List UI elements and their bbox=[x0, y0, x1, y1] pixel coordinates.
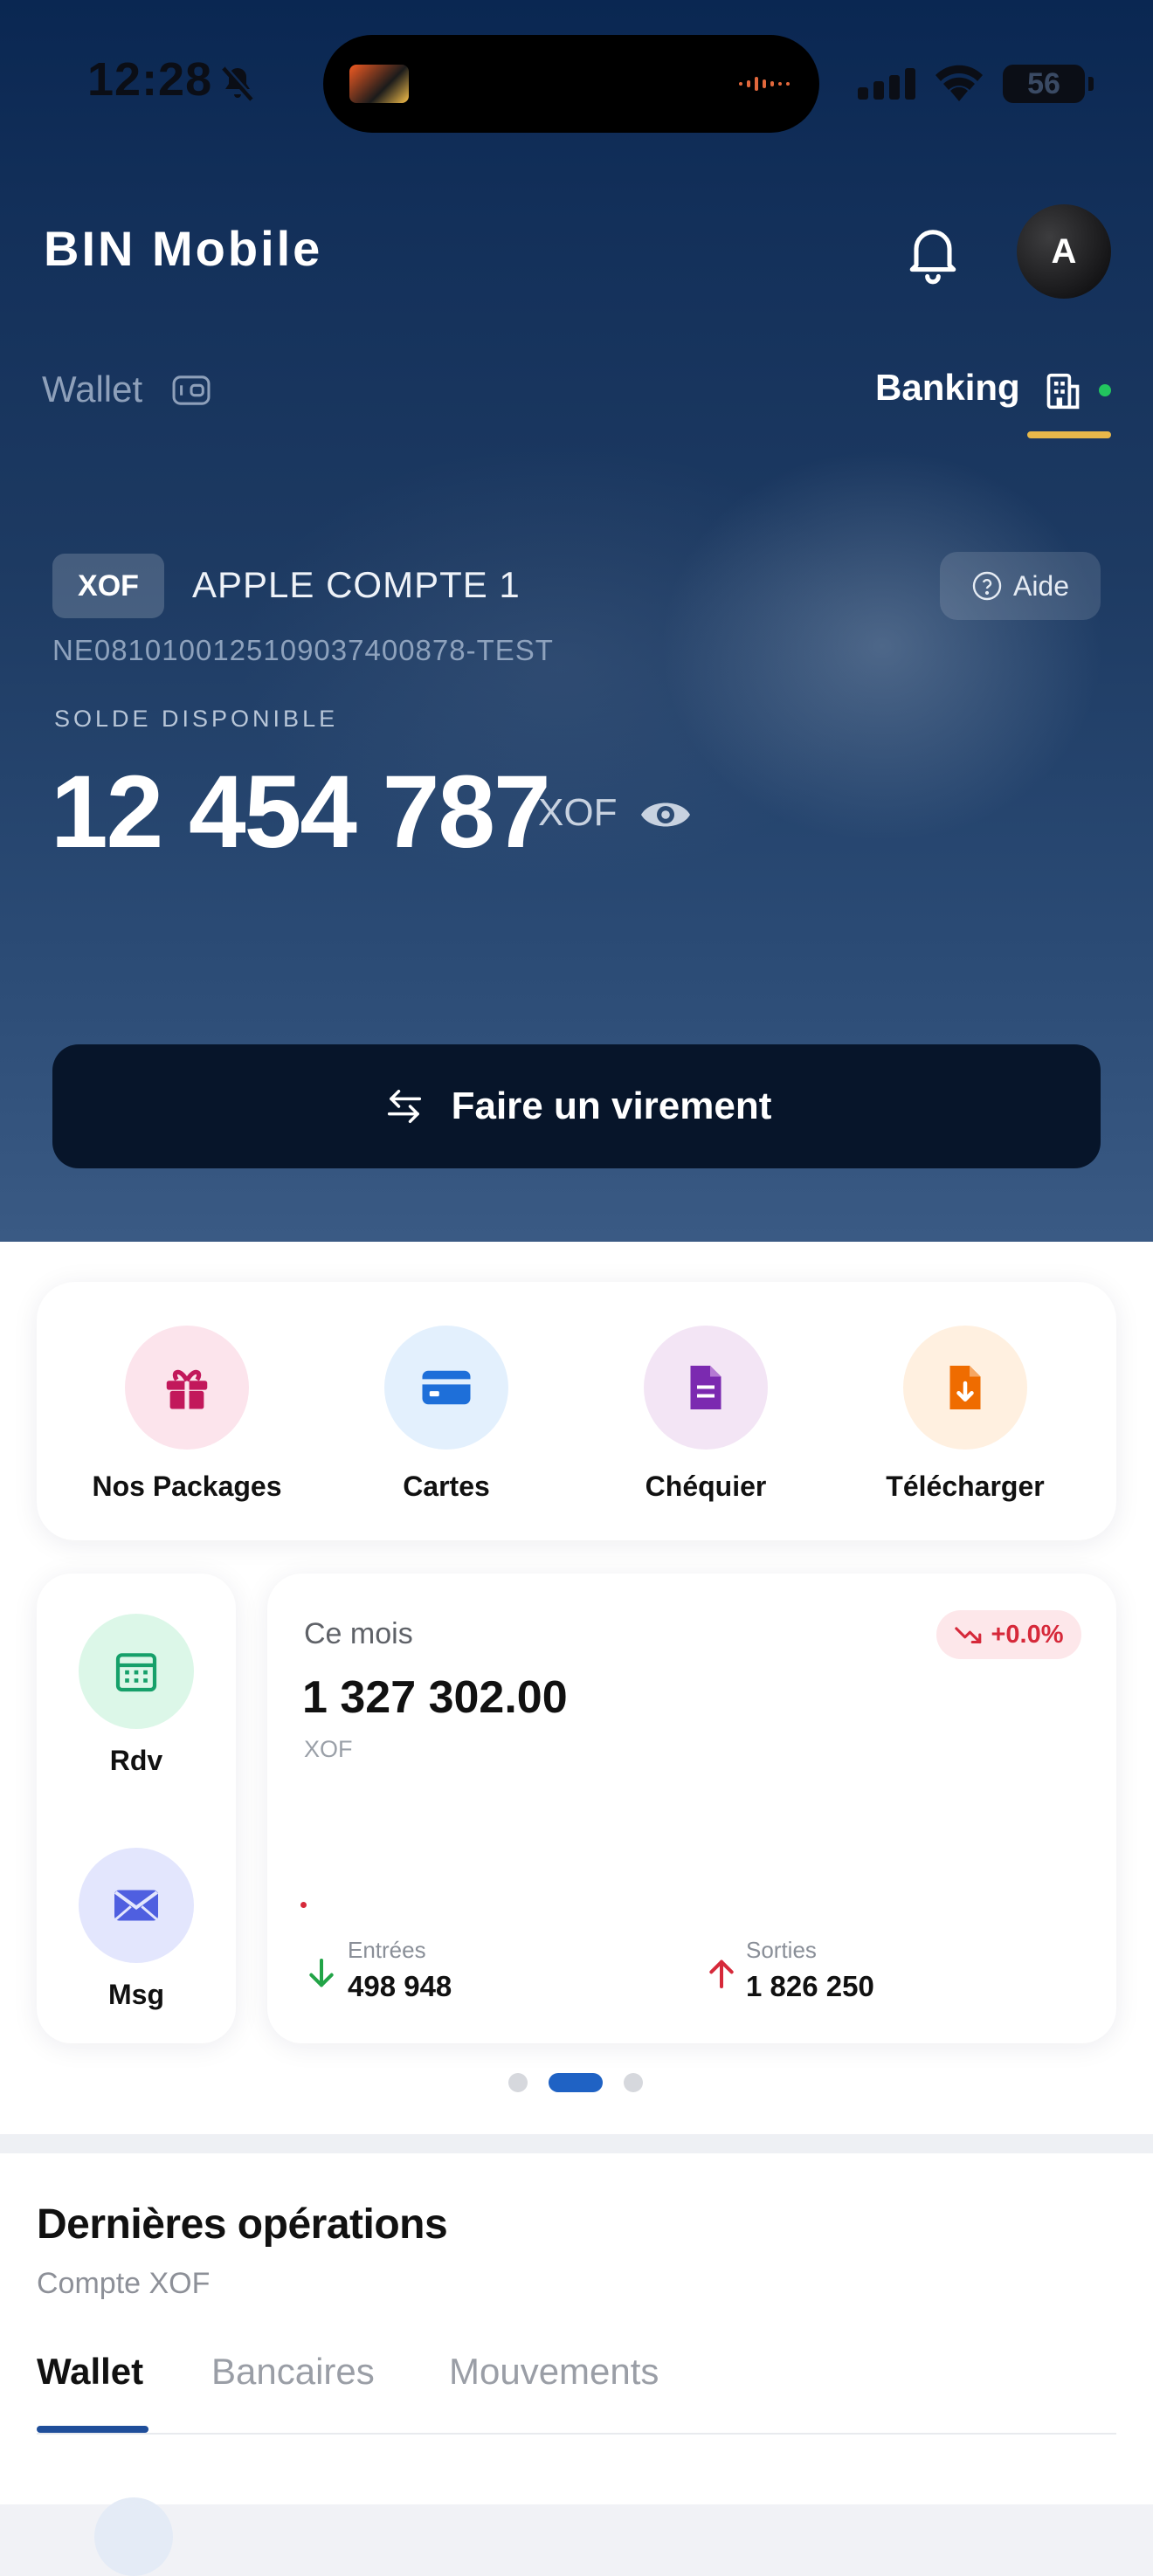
banking-tab-indicator bbox=[1027, 431, 1111, 438]
operation-item-icon bbox=[94, 2497, 173, 2576]
month-title: Ce mois bbox=[304, 1617, 413, 1650]
outflow-value: 1 826 250 bbox=[746, 1970, 874, 2002]
quick-action-label: Chéquier bbox=[645, 1471, 767, 1502]
credit-card-icon bbox=[422, 1370, 471, 1405]
inflow-value: 498 948 bbox=[348, 1970, 452, 2002]
bank-building-icon bbox=[1046, 373, 1080, 410]
profile-avatar[interactable]: A bbox=[1017, 204, 1111, 299]
tab-mouvements[interactable]: Mouvements bbox=[449, 2351, 659, 2393]
month-amount: 1 327 302.00 bbox=[302, 1672, 568, 1723]
side-action-label: Rdv bbox=[109, 1745, 163, 1776]
now-playing-thumbnail bbox=[349, 65, 409, 103]
eye-icon[interactable] bbox=[639, 795, 692, 835]
side-action-rdv[interactable]: Rdv bbox=[37, 1614, 236, 1777]
operations-title: Dernières opérations bbox=[37, 2201, 448, 2248]
trending-down-icon bbox=[955, 1627, 982, 1644]
pager-dot[interactable] bbox=[508, 2073, 528, 2092]
outflow-label: Sorties bbox=[746, 1937, 817, 1963]
mail-icon bbox=[114, 1890, 158, 1921]
wifi-icon bbox=[936, 65, 983, 101]
transfer-button[interactable]: Faire un virement bbox=[52, 1044, 1101, 1168]
section-separator bbox=[0, 2134, 1153, 2153]
cellular-signal-icon bbox=[858, 68, 915, 100]
active-tab-indicator bbox=[37, 2426, 148, 2433]
available-balance: 12 454 787 bbox=[51, 754, 551, 870]
account-hero: 12:28 56 BIN Mobile A Wallet Banking XOF… bbox=[0, 0, 1153, 1242]
side-action-label: Msg bbox=[108, 1979, 164, 2010]
inflow-label: Entrées bbox=[348, 1937, 426, 1963]
pager-dot-active[interactable] bbox=[549, 2073, 603, 2092]
notifications-bell-icon[interactable] bbox=[900, 218, 966, 285]
currency-chip: XOF bbox=[52, 554, 164, 618]
month-currency: XOF bbox=[304, 1736, 353, 1762]
arrow-up-icon bbox=[709, 1960, 734, 1988]
quick-action-chequebook[interactable]: Chéquier bbox=[583, 1326, 828, 1503]
quick-action-label: Cartes bbox=[403, 1471, 490, 1502]
quick-action-download[interactable]: Télécharger bbox=[843, 1326, 1087, 1503]
help-label: Aide bbox=[1012, 569, 1070, 602]
chart-point bbox=[300, 1902, 307, 1908]
wallet-icon bbox=[172, 375, 211, 405]
mode-tab-wallet[interactable]: Wallet bbox=[42, 368, 142, 410]
change-value: +0.0% bbox=[991, 1620, 1064, 1649]
tabs-divider bbox=[37, 2433, 1116, 2435]
calendar-icon bbox=[115, 1653, 157, 1692]
transfer-arrows-icon bbox=[387, 1089, 421, 1124]
quick-action-label: Télécharger bbox=[886, 1471, 1045, 1502]
quick-action-label: Nos Packages bbox=[92, 1471, 282, 1502]
quick-action-cards[interactable]: Cartes bbox=[324, 1326, 569, 1503]
document-icon bbox=[690, 1366, 721, 1409]
help-button[interactable]: Aide bbox=[940, 552, 1101, 620]
audio-wave-icon bbox=[739, 77, 790, 91]
mode-tab-banking[interactable]: Banking bbox=[875, 367, 1020, 409]
transfer-button-label: Faire un virement bbox=[451, 1085, 772, 1127]
status-time: 12:28 bbox=[87, 53, 213, 106]
quick-action-packages[interactable]: Nos Packages bbox=[65, 1326, 309, 1503]
arrow-down-icon bbox=[309, 1959, 334, 1987]
side-action-msg[interactable]: Msg bbox=[37, 1848, 236, 2011]
balance-label: SOLDE DISPONIBLE bbox=[54, 706, 339, 732]
account-name[interactable]: APPLE COMPTE 1 bbox=[192, 564, 521, 606]
app-title: BIN Mobile bbox=[44, 221, 323, 276]
balance-currency: XOF bbox=[538, 791, 618, 834]
tab-bancaires[interactable]: Bancaires bbox=[211, 2351, 375, 2393]
pager-dot[interactable] bbox=[624, 2073, 643, 2092]
online-status-dot bbox=[1099, 384, 1111, 396]
silent-mode-icon bbox=[222, 65, 255, 101]
gift-icon bbox=[166, 1369, 208, 1409]
download-icon bbox=[949, 1366, 981, 1409]
tab-wallet[interactable]: Wallet bbox=[37, 2351, 143, 2393]
battery-indicator: 56 bbox=[1003, 65, 1094, 103]
change-badge: +0.0% bbox=[936, 1610, 1081, 1659]
help-circle-icon bbox=[972, 571, 1002, 601]
operations-subtitle: Compte XOF bbox=[37, 2267, 211, 2300]
account-iban: NE0810100125109037400878-TEST bbox=[52, 634, 554, 666]
